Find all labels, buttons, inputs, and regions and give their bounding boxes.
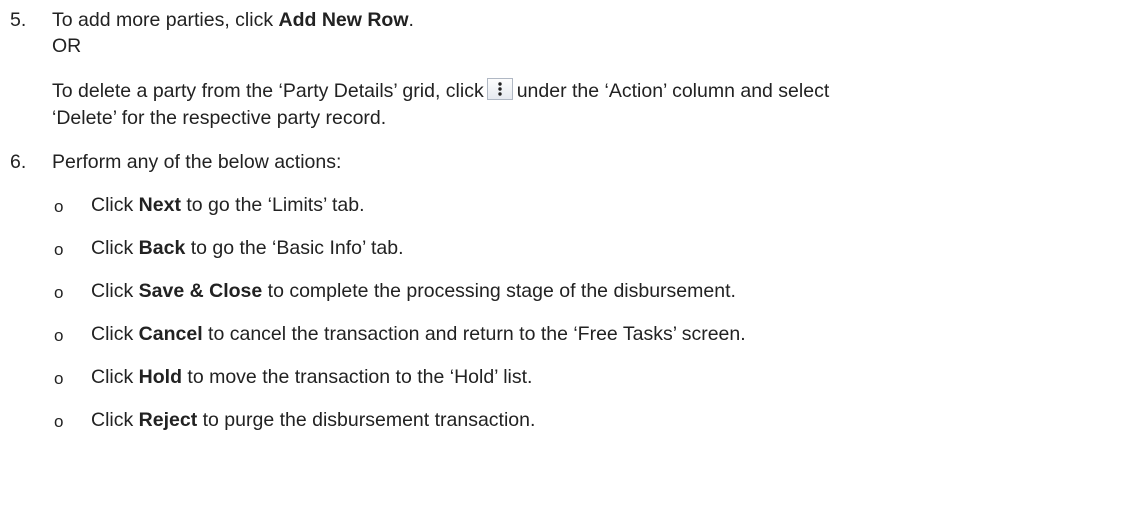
or-text: OR: [52, 35, 82, 57]
back-label: Back: [138, 237, 186, 259]
more-vertical-icon: [486, 78, 513, 100]
bullet-icon: o: [54, 240, 64, 259]
next-label: Next: [138, 194, 181, 216]
bullet-icon: o: [54, 369, 64, 388]
step-5-line-1: To add more parties, click Add New Row.: [52, 9, 414, 31]
step-number: 6.: [10, 151, 27, 173]
reject-label: Reject: [138, 409, 198, 431]
bullet-icon: o: [54, 412, 64, 431]
step-5-line-3: To delete a party from the ‘Party Detail…: [52, 78, 830, 102]
bullet-icon: o: [54, 283, 64, 302]
hold-label: Hold: [138, 366, 182, 388]
add-new-row-label: Add New Row: [278, 9, 409, 31]
step-6-intro: Perform any of the below actions:: [52, 151, 342, 173]
cancel-label: Cancel: [138, 323, 203, 345]
bullet-icon: o: [54, 326, 64, 345]
step-number: 5.: [10, 9, 27, 31]
step-5-line-4: ‘Delete’ for the respective party record…: [52, 107, 387, 129]
bullet-icon: o: [54, 197, 64, 216]
save-close-label: Save & Close: [138, 280, 263, 302]
